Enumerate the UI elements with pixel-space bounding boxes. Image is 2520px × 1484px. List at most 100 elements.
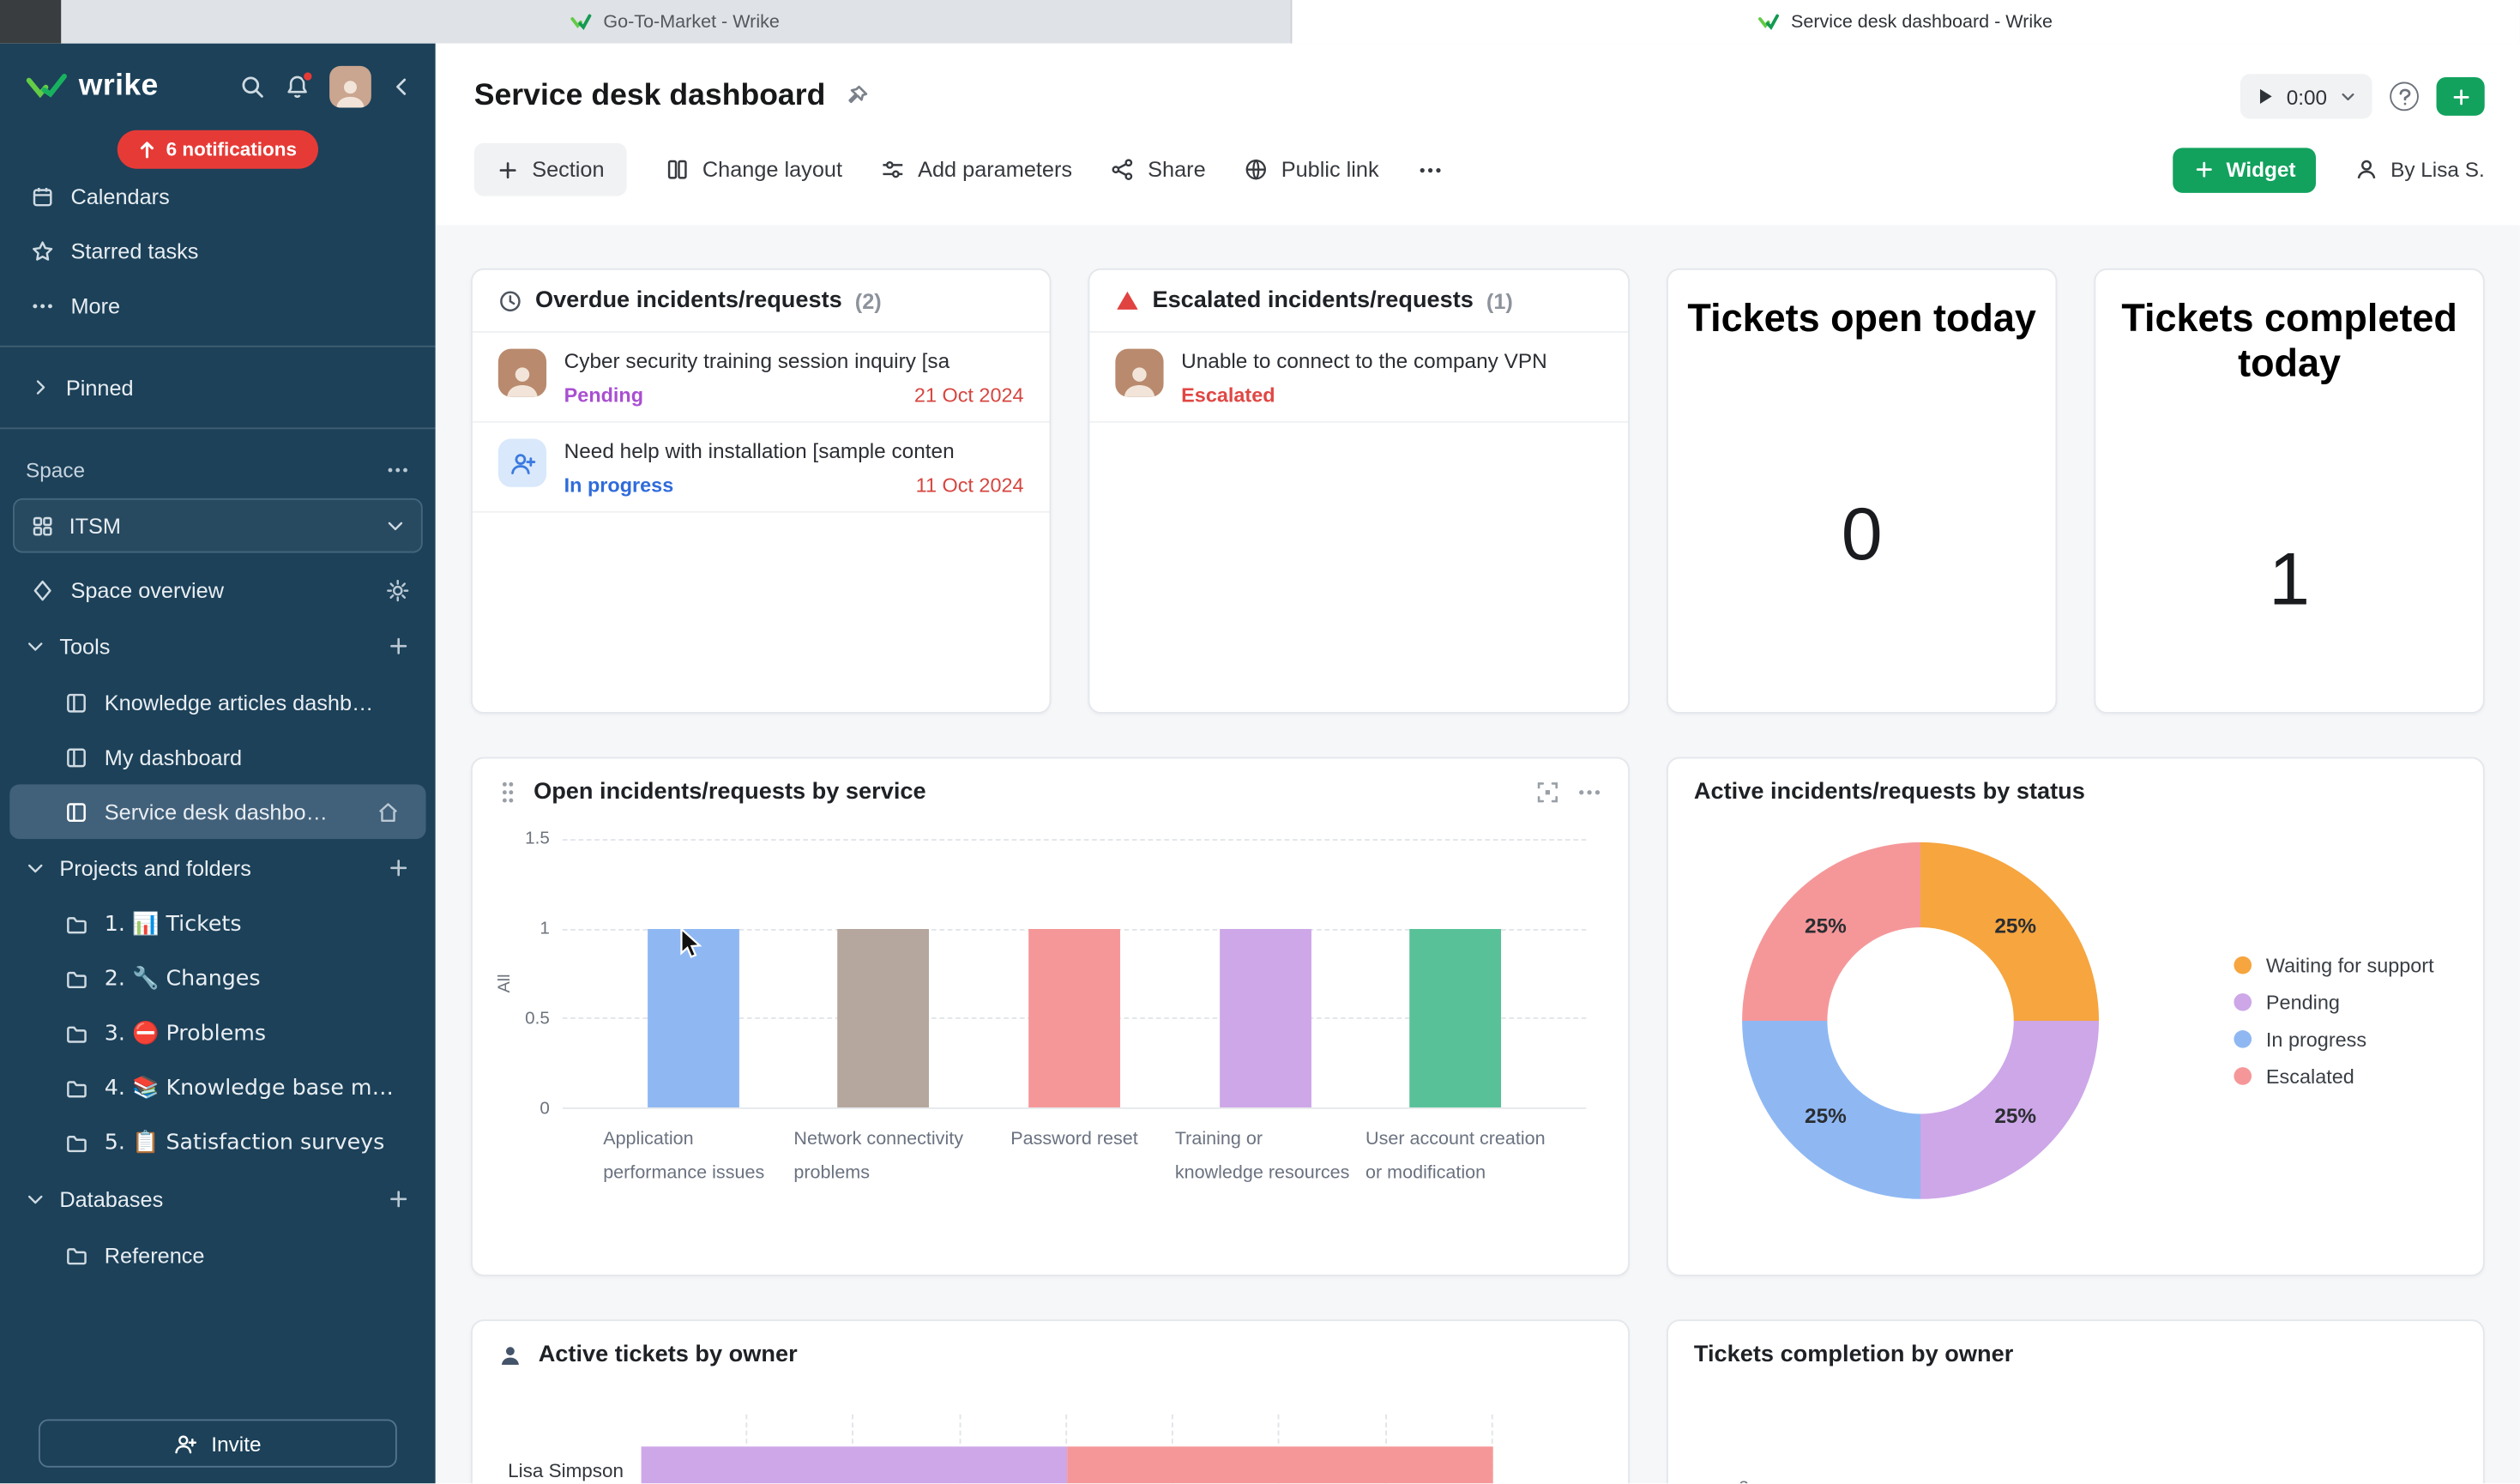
share-button[interactable]: Share	[1111, 158, 1206, 182]
status-donut[interactable]: 25%25%25%25%	[1742, 842, 2099, 1199]
task-list-item[interactable]: Cyber security training session inquiry …	[473, 333, 1050, 423]
add-widget-button[interactable]: Widget	[2173, 147, 2317, 191]
person-icon	[498, 1342, 522, 1366]
sidebar-item-my-dashboard[interactable]: My dashboard	[0, 730, 436, 785]
browser-tab-go-to-market[interactable]: Go-To-Market - Wrike	[61, 0, 1291, 44]
sidebar-item-service-desk-dashboard[interactable]: Service desk dashbo…	[9, 784, 425, 839]
sidebar-item-pinned[interactable]: Pinned	[0, 360, 436, 415]
widget-more-icon[interactable]	[1577, 780, 1602, 805]
donut-percent-label: 25%	[1994, 914, 2036, 938]
sidebar-item-starred-tasks[interactable]: Starred tasks	[0, 223, 436, 278]
bar-5[interactable]	[1410, 928, 1502, 1107]
sidebar-item-more[interactable]: More	[0, 278, 436, 333]
user-avatar[interactable]	[329, 66, 371, 108]
add-section-button[interactable]: Section	[474, 143, 627, 196]
wrike-favicon	[571, 13, 592, 31]
sidebar-item-label: 1. 📊 Tickets	[105, 911, 410, 937]
widget-tickets-completion-by-owner: Tickets completion by owner 3	[1667, 1319, 2485, 1483]
bar-3[interactable]	[1028, 928, 1120, 1107]
space-section-header: Space	[0, 442, 436, 492]
button-label: Change layout	[702, 158, 842, 182]
sidebar-item-satisfaction-surveys[interactable]: 5. 📋 Satisfaction surveys	[0, 1115, 436, 1170]
sidebar-group-projects-and-folders[interactable]: Projects and folders	[0, 839, 436, 896]
drag-handle-icon[interactable]	[498, 780, 517, 805]
layout-icon	[666, 158, 690, 182]
add-tool-icon[interactable]	[388, 635, 410, 657]
browser-tab-service-desk[interactable]: Service desk dashboard - Wrike	[1292, 0, 2520, 44]
legend-color-dot	[2234, 956, 2252, 974]
home-icon[interactable]	[376, 799, 400, 823]
search-icon[interactable]	[239, 74, 265, 100]
space-more-icon[interactable]	[386, 458, 410, 482]
invite-button-label: Invite	[211, 1432, 261, 1456]
bar-4[interactable]	[1219, 928, 1311, 1107]
sidebar-item-changes[interactable]: 2. 🔧 Changes	[0, 951, 436, 1006]
widget-count: (2)	[855, 288, 882, 312]
task-list-item[interactable]: Unable to connect to the company VPN Esc…	[1089, 333, 1628, 423]
y-axis-label: All	[495, 974, 514, 992]
pin-icon[interactable]	[843, 83, 869, 109]
space-icon	[31, 514, 55, 538]
sidebar-item-label: Starred tasks	[70, 238, 409, 262]
dashboard-owner[interactable]: By Lisa S.	[2355, 158, 2485, 182]
help-icon[interactable]	[2390, 82, 2419, 112]
focus-icon[interactable]	[1534, 780, 1560, 805]
widget-title: Tickets open today	[1687, 298, 2036, 342]
sidebar-item-label: 5. 📋 Satisfaction surveys	[105, 1130, 410, 1155]
quick-add-button[interactable]	[2437, 77, 2485, 116]
timer-control[interactable]: 0:00	[2240, 74, 2372, 118]
status-badge: Escalated	[1181, 384, 1275, 407]
notifications-badge[interactable]: 6 notifications	[118, 130, 317, 169]
collapse-sidebar-icon[interactable]	[390, 75, 413, 98]
invite-button[interactable]: Invite	[39, 1419, 397, 1467]
wrike-logo[interactable]: wrike	[26, 69, 159, 105]
add-database-icon[interactable]	[388, 1188, 410, 1210]
notifications-bell-icon[interactable]	[285, 74, 310, 100]
y-axis-tick-label: 1.5	[525, 829, 550, 848]
legend-color-dot	[2234, 1030, 2252, 1048]
task-title: Need help with installation [sample cont…	[564, 439, 1024, 463]
sidebar-item-calendars[interactable]: Calendars	[0, 169, 436, 224]
legend-item[interactable]: In progress	[2234, 1028, 2433, 1050]
sidebar-item-label: 4. 📚 Knowledge base m…	[105, 1076, 410, 1101]
sidebar-item-space-overview[interactable]: Space overview	[0, 563, 436, 618]
donut-hole	[1827, 927, 2013, 1113]
share-icon	[1111, 158, 1135, 182]
legend-item[interactable]: Waiting for support	[2234, 954, 2433, 976]
status-legend: Waiting for support Pending In progress Esc…	[2234, 954, 2433, 1088]
dashboard-icon	[64, 799, 88, 823]
gear-icon[interactable]	[386, 578, 410, 602]
legend-item[interactable]: Escalated	[2234, 1065, 2433, 1087]
public-link-button[interactable]: Public link	[1245, 158, 1379, 182]
task-list-item[interactable]: Need help with installation [sample cont…	[473, 423, 1050, 513]
space-selector[interactable]: ITSM	[13, 498, 423, 553]
service-bar-category-labels: Application performance issuesNetwork co…	[563, 1124, 1587, 1191]
sidebar-item-knowledge-articles-dashboard[interactable]: Knowledge articles dashb…	[0, 675, 436, 730]
legend-item[interactable]: Pending	[2234, 991, 2433, 1013]
dashboard-header: Service desk dashboard 0:00	[436, 44, 2520, 226]
dashboard-toolbar: Section Change layout Add parameters Sha…	[474, 143, 2485, 196]
sidebar-item-reference[interactable]: Reference	[0, 1228, 436, 1283]
stacked-bar-segment[interactable]	[1067, 1446, 1493, 1483]
add-parameters-button[interactable]: Add parameters	[881, 158, 1072, 182]
bar-1[interactable]	[648, 928, 739, 1107]
widget-active-tickets-by-owner: Active tickets by owner Lisa Simpson	[471, 1319, 1630, 1483]
change-layout-button[interactable]: Change layout	[666, 158, 842, 182]
sidebar-item-knowledge-base[interactable]: 4. 📚 Knowledge base m…	[0, 1061, 436, 1116]
widget-tickets-open-today: Tickets open today 0	[1667, 268, 2057, 714]
stacked-bar-segment[interactable]	[642, 1446, 1068, 1483]
wrike-logo-icon	[26, 72, 68, 101]
sidebar-item-tickets[interactable]: 1. 📊 Tickets	[0, 897, 436, 952]
sidebar-item-problems[interactable]: 3. ⛔ Problems	[0, 1006, 436, 1061]
arrow-up-icon	[139, 140, 157, 159]
plus-icon	[497, 159, 519, 181]
sidebar-group-tools[interactable]: Tools	[0, 618, 436, 675]
sidebar-group-databases[interactable]: Databases	[0, 1170, 436, 1228]
widgets-area: Overdue incidents/requests (2) Cyber sec…	[436, 225, 2520, 1483]
add-project-icon[interactable]	[388, 857, 410, 879]
bar-2[interactable]	[838, 928, 930, 1107]
toolbar-more-icon[interactable]	[1418, 157, 1444, 183]
sidebar-item-label: Space overview	[70, 578, 370, 602]
overview-icon	[31, 578, 55, 602]
button-label: Share	[1148, 158, 1206, 182]
